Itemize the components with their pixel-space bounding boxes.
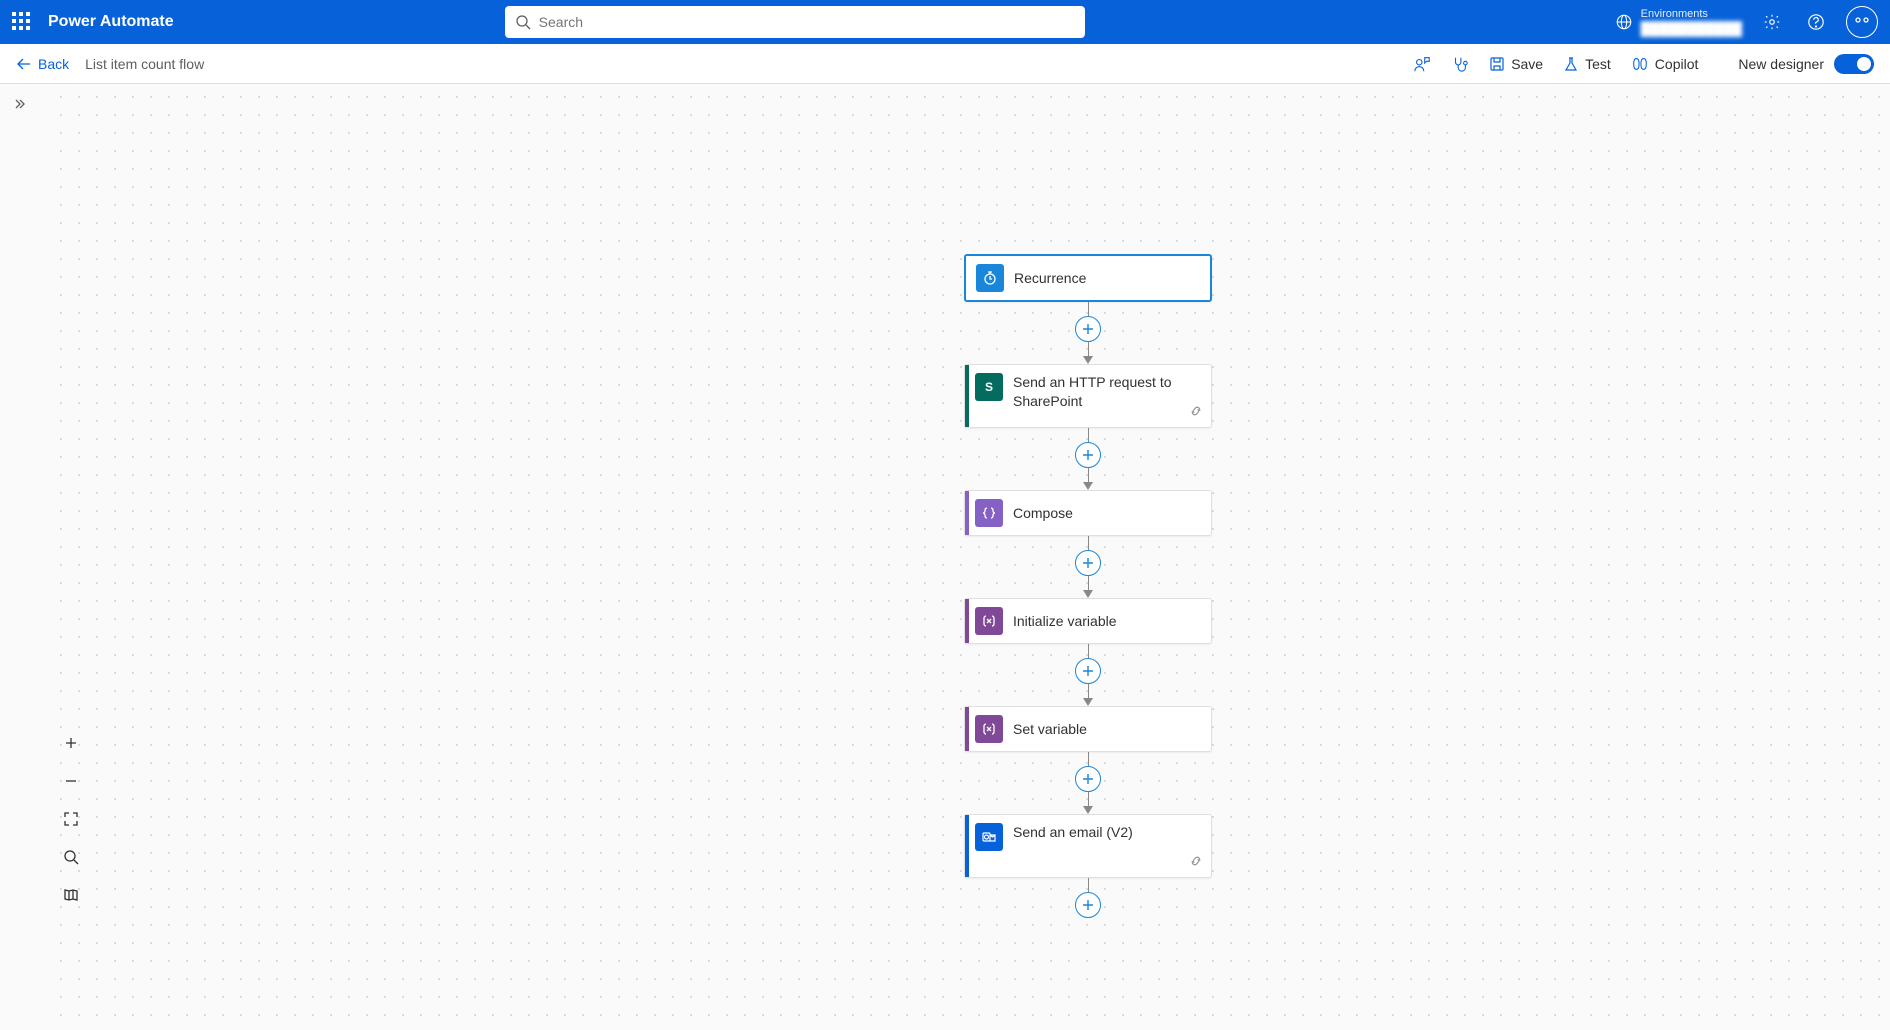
arrow-left-icon: [16, 56, 32, 72]
environments-label: Environments: [1641, 8, 1742, 21]
app-launcher-icon[interactable]: [12, 12, 32, 32]
search-input[interactable]: [539, 14, 1075, 30]
connector: [1075, 536, 1101, 598]
add-action-button[interactable]: [1075, 892, 1101, 918]
add-action-button[interactable]: [1075, 766, 1101, 792]
chevron-right-double-icon: [13, 97, 27, 111]
flask-icon: [1563, 56, 1579, 72]
node-icon: [975, 715, 1003, 743]
node-label: Set variable: [1013, 721, 1087, 737]
help-icon[interactable]: [1802, 8, 1830, 36]
copilot-icon: [1631, 55, 1649, 73]
environment-name: ███████████: [1641, 21, 1742, 37]
canvas-tools: [56, 728, 86, 910]
connector: [1075, 428, 1101, 490]
add-action-button[interactable]: [1075, 658, 1101, 684]
flow-node-init-var[interactable]: Initialize variable: [964, 598, 1212, 644]
connector: [1075, 878, 1101, 918]
minimap-button[interactable]: [56, 880, 86, 910]
zoom-out-button[interactable]: [56, 766, 86, 796]
node-label: Send an email (V2): [1013, 823, 1133, 842]
node-icon: [976, 264, 1004, 292]
user-avatar[interactable]: [1846, 6, 1878, 38]
app-header: Power Automate Environments ███████████: [0, 0, 1890, 44]
add-action-button[interactable]: [1075, 316, 1101, 342]
feedback-button[interactable]: [1413, 55, 1431, 73]
stethoscope-icon: [1451, 55, 1469, 73]
flow-checker-button[interactable]: [1451, 55, 1469, 73]
search-canvas-button[interactable]: [56, 842, 86, 872]
new-designer-toggle[interactable]: [1834, 54, 1874, 74]
designer-canvas[interactable]: Recurrence S Send an HTTP request to Share…: [0, 84, 1890, 1030]
node-icon: [975, 823, 1003, 851]
environment-icon: [1615, 13, 1633, 31]
search-icon: [515, 14, 531, 30]
back-button[interactable]: Back: [16, 56, 69, 72]
person-feedback-icon: [1413, 55, 1431, 73]
test-button[interactable]: Test: [1563, 56, 1611, 72]
save-button[interactable]: Save: [1489, 56, 1543, 72]
flow-node-send-email[interactable]: Send an email (V2): [964, 814, 1212, 878]
flow-title: List item count flow: [85, 56, 204, 72]
search-box[interactable]: [505, 6, 1085, 38]
save-icon: [1489, 56, 1505, 72]
zoom-in-button[interactable]: [56, 728, 86, 758]
connector: [1075, 752, 1101, 814]
add-action-button[interactable]: [1075, 442, 1101, 468]
flow-toolbar: Back List item count flow Save Test Copi…: [0, 44, 1890, 84]
node-label: Compose: [1013, 505, 1073, 521]
environment-picker[interactable]: Environments ███████████: [1615, 8, 1742, 37]
node-label: Initialize variable: [1013, 613, 1117, 629]
flow-node-compose[interactable]: Compose: [964, 490, 1212, 536]
node-icon: S: [975, 373, 1003, 401]
link-icon: [1189, 854, 1203, 871]
copilot-button[interactable]: Copilot: [1631, 55, 1699, 73]
node-label: Recurrence: [1014, 270, 1086, 286]
node-icon: [975, 607, 1003, 635]
flow-graph: Recurrence S Send an HTTP request to Share…: [964, 254, 1212, 918]
add-action-button[interactable]: [1075, 550, 1101, 576]
connector: [1075, 302, 1101, 364]
app-title: Power Automate: [48, 13, 174, 31]
flow-node-http-sharepoint[interactable]: S Send an HTTP request to SharePoint: [964, 364, 1212, 428]
node-label: Send an HTTP request to SharePoint: [1013, 373, 1201, 411]
expand-panel-button[interactable]: [8, 92, 32, 116]
new-designer-label: New designer: [1738, 56, 1824, 72]
flow-node-set-var[interactable]: Set variable: [964, 706, 1212, 752]
flow-node-recurrence[interactable]: Recurrence: [964, 254, 1212, 302]
fit-screen-button[interactable]: [56, 804, 86, 834]
link-icon: [1189, 404, 1203, 421]
settings-icon[interactable]: [1758, 8, 1786, 36]
node-icon: [975, 499, 1003, 527]
connector: [1075, 644, 1101, 706]
